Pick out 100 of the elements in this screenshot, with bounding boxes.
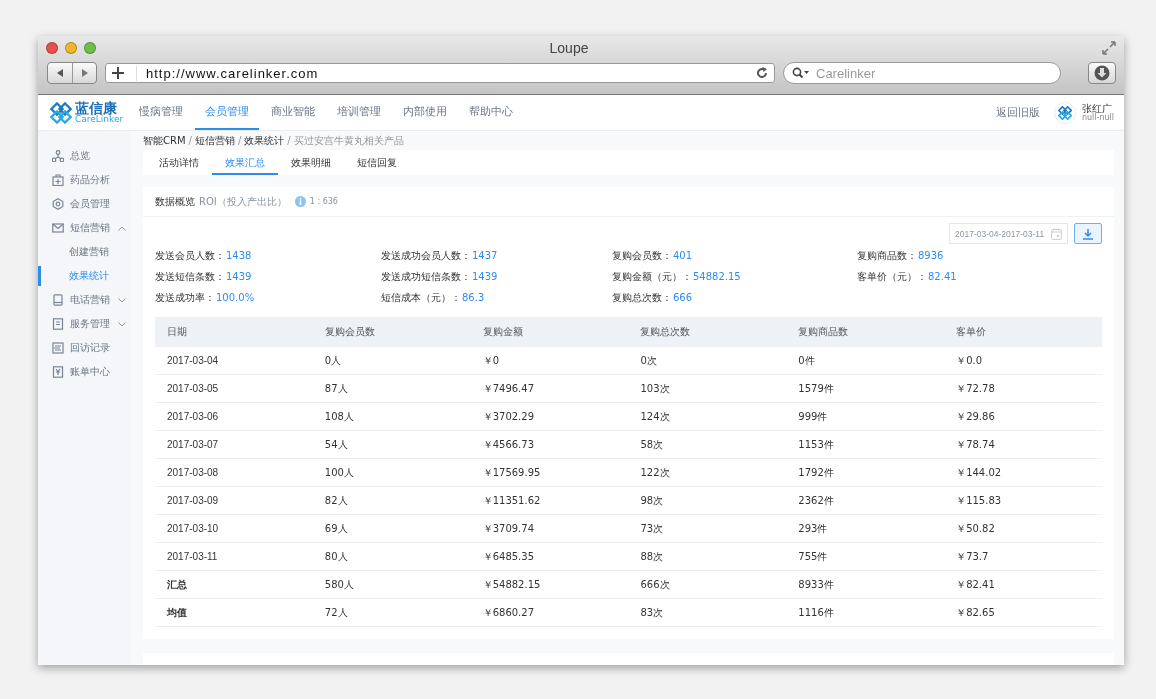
table-cell: ￥0: [470, 347, 629, 375]
card-title: 数据概览: [155, 194, 195, 209]
table-cell: 82人: [312, 486, 471, 515]
column-header: 复购会员数: [312, 317, 471, 347]
breadcrumb-link[interactable]: 买过安宫牛黄丸相关产品: [293, 133, 404, 148]
table-cell: 0件: [786, 347, 945, 375]
search-field[interactable]: Carelinker: [783, 62, 1061, 84]
search-icon: [792, 67, 810, 79]
hexagon-icon: [52, 198, 64, 210]
close-button[interactable]: [46, 42, 58, 54]
plus-icon: [112, 67, 124, 79]
column-header: 复购金额: [470, 317, 629, 347]
logo-icon: [50, 101, 72, 124]
table-cell: 2017-03-07: [155, 430, 313, 459]
address-bar[interactable]: http://www.carelinker.com: [105, 63, 775, 83]
table-cell: ￥11351.62: [470, 486, 629, 515]
stat-label: 发送成功率：: [155, 290, 215, 305]
logo-icon: [1057, 105, 1072, 120]
window-title: Loupe: [548, 40, 590, 56]
sidebar-subitem[interactable]: 创建营销: [38, 240, 131, 264]
url-text: http://www.carelinker.com: [136, 65, 744, 81]
stat-value: 100.0%: [216, 292, 255, 303]
back-link[interactable]: 返回旧版: [995, 105, 1040, 120]
table-cell: ￥54882.15: [470, 570, 629, 599]
sidebar-item[interactable]: 药品分析: [38, 168, 131, 192]
downloads-button[interactable]: [1088, 62, 1116, 84]
nav-tab[interactable]: 内部使用: [393, 95, 458, 130]
sidebar-item[interactable]: 账单中心: [38, 360, 131, 384]
mail-icon: [52, 222, 64, 234]
nav-tab[interactable]: 慢病管理: [129, 95, 194, 130]
table-cell: ￥72.78: [944, 374, 1102, 403]
table-cell: ￥3709.74: [470, 514, 629, 543]
sidebar-item[interactable]: 会员管理: [38, 192, 131, 216]
sidebar-item[interactable]: 总览: [38, 144, 131, 168]
sidebar-item[interactable]: 服务管理: [38, 312, 131, 336]
table-cell: 2017-03-05: [155, 374, 313, 403]
stat-value: 401: [673, 250, 693, 261]
download-button[interactable]: [1074, 223, 1102, 244]
table-cell: ￥4566.73: [470, 430, 629, 459]
table-cell: ￥3702.29: [470, 402, 629, 431]
table-cell: 0次: [628, 347, 787, 375]
tab[interactable]: 活动详情: [146, 152, 212, 175]
table-cell: 2362件: [786, 486, 945, 515]
table-cell: 999件: [786, 402, 945, 431]
stat-value: 8936: [918, 250, 944, 261]
table-cell: 2017-03-06: [155, 402, 313, 431]
date-range-field[interactable]: 2017-03-04-2017-03-11: [949, 223, 1068, 244]
nav-tab[interactable]: 商业智能: [261, 95, 326, 130]
sidebar-subitem[interactable]: 效果统计: [38, 264, 131, 288]
table-cell: 293件: [786, 514, 945, 543]
sidebar-item[interactable]: 回访记录: [38, 336, 131, 360]
stat-label: 发送短信条数：: [155, 269, 225, 284]
info-icon: [294, 196, 306, 207]
stat-value: 54882.15: [693, 271, 741, 282]
network-icon: [52, 150, 64, 162]
nav-tab[interactable]: 培训管理: [327, 95, 392, 130]
zoom-button[interactable]: [84, 42, 96, 54]
stat-value: 1437: [472, 250, 498, 261]
tab[interactable]: 效果明细: [278, 152, 344, 175]
table-cell: ￥6860.27: [470, 598, 629, 627]
table-cell: ￥7496.47: [470, 374, 629, 403]
table-cell: 2017-03-11: [155, 542, 313, 571]
stat-label: 发送成功会员人数：: [381, 248, 471, 263]
breadcrumb-separator: /: [188, 135, 192, 147]
minimize-button[interactable]: [65, 42, 77, 54]
table-cell: 87人: [312, 374, 471, 403]
fullscreen-icon: [1102, 41, 1116, 55]
breadcrumb-separator: /: [237, 135, 242, 147]
sidebar-item[interactable]: 电话营销: [38, 288, 131, 312]
table-cell: 755件: [786, 542, 945, 571]
tab[interactable]: 短信回复: [344, 152, 410, 175]
medkit-icon: [52, 174, 64, 186]
table-cell: 103次: [628, 374, 787, 403]
breadcrumb-link[interactable]: 短信营销: [194, 133, 235, 148]
download-icon: [1094, 65, 1110, 81]
table-cell: ￥29.86: [944, 402, 1102, 431]
stat-label: 客单价（元）：: [857, 269, 927, 284]
user-org: null-null: [1081, 113, 1114, 123]
table-cell: ￥144.02: [944, 458, 1102, 487]
table-cell: ￥78.74: [944, 430, 1102, 459]
tab[interactable]: 效果汇总: [212, 152, 278, 175]
stat-label: 复购会员数：: [612, 248, 672, 263]
nav-tab[interactable]: 帮助中心: [459, 95, 524, 130]
tablet-icon: [52, 294, 64, 306]
stat-label: 复购商品数：: [857, 248, 917, 263]
stat-label: 发送会员人数：: [155, 248, 225, 263]
table-cell: 汇总: [155, 570, 313, 599]
table-cell: ￥73.7: [944, 542, 1102, 571]
table-cell: 80人: [312, 542, 471, 571]
roi-value: 1 : 636: [309, 197, 338, 206]
table-cell: 2017-03-08: [155, 458, 313, 487]
table-cell: 1116件: [786, 598, 945, 627]
clipboard-icon: [52, 318, 64, 330]
table-cell: 2017-03-10: [155, 514, 313, 543]
table-cell: ￥82.41: [944, 570, 1102, 599]
sidebar-item[interactable]: 短信营销: [38, 216, 131, 240]
breadcrumb-link[interactable]: 智能CRM: [143, 133, 186, 148]
breadcrumb-link[interactable]: 效果统计: [244, 133, 285, 148]
table-cell: 54人: [312, 430, 471, 459]
forward-icon: [79, 68, 90, 78]
